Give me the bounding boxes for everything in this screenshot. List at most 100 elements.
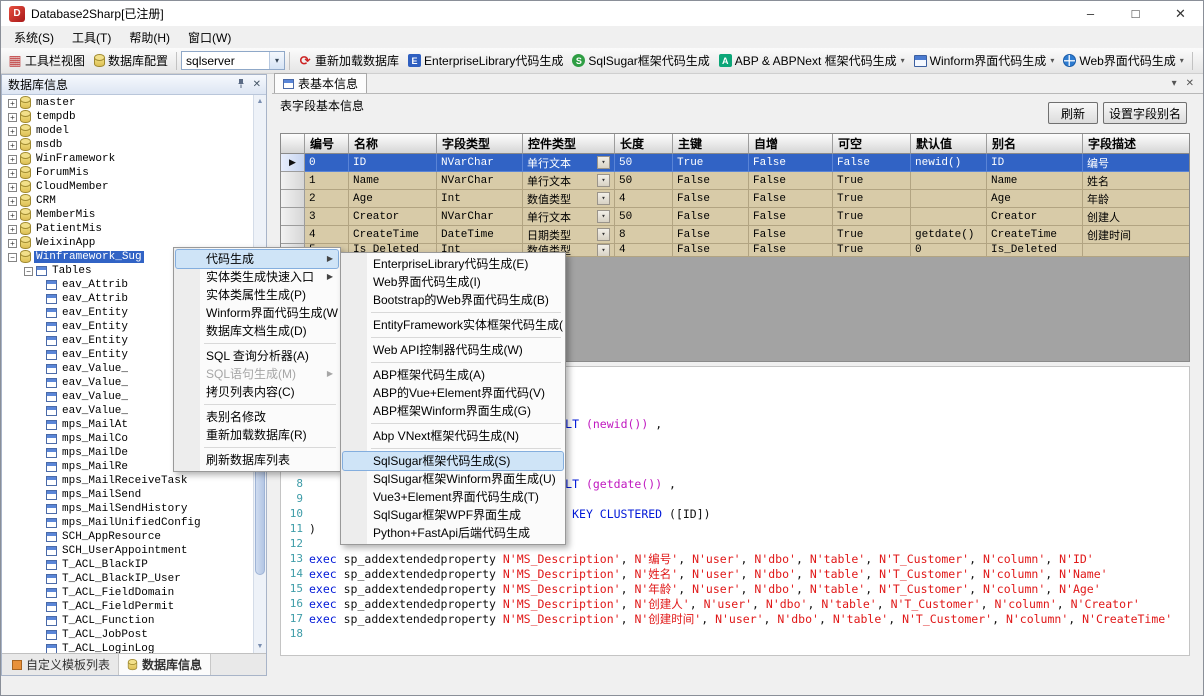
cell-pk[interactable]: False [673, 190, 749, 208]
cell-identity[interactable]: False [749, 154, 833, 172]
tree-item-tempdb[interactable]: +tempdb [2, 110, 253, 124]
row-indicator[interactable] [281, 190, 305, 208]
expand-icon[interactable]: + [8, 141, 17, 150]
expand-icon[interactable]: + [8, 197, 17, 206]
tree-item-mps_MailReceiveTask[interactable]: mps_MailReceiveTask [2, 474, 253, 488]
cell-field-type[interactable]: Int [437, 190, 523, 208]
column-header-length[interactable]: 长度 [615, 134, 673, 154]
cell-length[interactable]: 4 [615, 244, 673, 257]
tree-item-CRM[interactable]: +CRM [2, 194, 253, 208]
cell-nullable[interactable]: True [833, 244, 911, 257]
cell-default[interactable]: newid() [911, 154, 987, 172]
cell-nullable[interactable]: False [833, 154, 911, 172]
column-header-description[interactable]: 字段描述 [1083, 134, 1190, 154]
cell-length[interactable]: 50 [615, 154, 673, 172]
tree-item-mps_MailSendHistory[interactable]: mps_MailSendHistory [2, 502, 253, 516]
cell-field-type[interactable]: NVarChar [437, 208, 523, 226]
expand-icon[interactable]: + [8, 113, 17, 122]
cell-description[interactable]: 姓名 [1083, 172, 1190, 190]
cell-no[interactable]: 0 [305, 154, 349, 172]
tree-item-T_ACL_FieldDomain[interactable]: T_ACL_FieldDomain [2, 586, 253, 600]
expand-icon[interactable]: + [8, 225, 17, 234]
cell-default[interactable] [911, 172, 987, 190]
tree-item-ForumMis[interactable]: +ForumMis [2, 166, 253, 180]
cell-alias[interactable]: Name [987, 172, 1083, 190]
cell-description[interactable]: 年龄 [1083, 190, 1190, 208]
submenu-item-13[interactable]: Abp VNext框架代码生成(N) [343, 427, 563, 445]
cell-alias[interactable]: Creator [987, 208, 1083, 226]
submenu-item-10[interactable]: ABP的Vue+Element界面代码(V) [343, 384, 563, 402]
cell-no[interactable]: 4 [305, 226, 349, 244]
expand-icon[interactable]: + [8, 169, 17, 178]
cell-description[interactable]: 编号 [1083, 154, 1190, 172]
cell-no[interactable]: 1 [305, 172, 349, 190]
expand-icon[interactable]: + [8, 183, 17, 192]
submenu-item-18[interactable]: SqlSugar框架WPF界面生成 [343, 506, 563, 524]
tree-item-SCH_AppResource[interactable]: SCH_AppResource [2, 530, 253, 544]
cell-pk[interactable]: False [673, 208, 749, 226]
submenu-item-19[interactable]: Python+FastApi后端代码生成 [343, 524, 563, 542]
cell-identity[interactable]: False [749, 244, 833, 257]
web-codegen-button[interactable]: Web界面代码生成▾ [1059, 50, 1187, 71]
context-menu-item-4[interactable]: Winform界面代码生成(W) [176, 304, 338, 322]
tree-item-WinFramework[interactable]: +WinFramework [2, 152, 253, 166]
tree-item-MemberMis[interactable]: +MemberMis [2, 208, 253, 222]
cell-control-type[interactable]: 单行文本▾ [523, 154, 615, 172]
submenu-item-15[interactable]: SqlSugar框架代码生成(S) [343, 452, 563, 470]
bottom-tab-2[interactable]: 数据库信息 [119, 654, 211, 675]
cell-default[interactable]: 0 [911, 244, 987, 257]
column-header-no[interactable]: 编号 [305, 134, 349, 154]
context-menu-item-11[interactable]: 表别名修改 [176, 408, 338, 426]
tree-item-T_ACL_FieldPermit[interactable]: T_ACL_FieldPermit [2, 600, 253, 614]
context-menu-item-5[interactable]: 数据库文档生成(D) [176, 322, 338, 340]
cell-no[interactable]: 3 [305, 208, 349, 226]
submenu-item-16[interactable]: SqlSugar框架Winform界面生成(U) [343, 470, 563, 488]
menubar-item-3[interactable]: 帮助(H) [120, 27, 179, 48]
context-menu-item-9[interactable]: 拷贝列表内容(C) [176, 383, 338, 401]
cell-length[interactable]: 4 [615, 190, 673, 208]
column-header-name[interactable]: 名称 [349, 134, 437, 154]
table-row[interactable]: 3CreatorNVarChar单行文本▾50FalseFalseTrueCre… [281, 208, 1189, 226]
context-menu-item-3[interactable]: 实体类属性生成(P) [176, 286, 338, 304]
cell-nullable[interactable]: True [833, 190, 911, 208]
cell-control-type[interactable]: 单行文本▾ [523, 172, 615, 190]
column-header-alias[interactable]: 别名 [987, 134, 1083, 154]
cell-control-type[interactable]: 日期类型▾ [523, 226, 615, 244]
column-header-identity[interactable]: 自增 [749, 134, 833, 154]
row-indicator[interactable] [281, 172, 305, 190]
refresh-button[interactable]: 刷新 [1048, 102, 1098, 124]
cell-pk[interactable]: True [673, 154, 749, 172]
submenu-item-1[interactable]: EnterpriseLibrary代码生成(E) [343, 255, 563, 273]
column-header-default[interactable]: 默认值 [911, 134, 987, 154]
minimize-button[interactable]: – [1068, 1, 1113, 26]
expand-icon[interactable]: + [8, 239, 17, 248]
table-row[interactable]: 1NameNVarChar单行文本▾50FalseFalseTrueName姓名 [281, 172, 1189, 190]
expand-icon[interactable]: + [8, 211, 17, 220]
scroll-down-icon[interactable]: ▼ [254, 640, 266, 653]
cell-length[interactable]: 50 [615, 172, 673, 190]
tree-item-master[interactable]: +master [2, 96, 253, 110]
table-row[interactable]: 2AgeInt数值类型▾4FalseFalseTrueAge年龄 [281, 190, 1189, 208]
submenu-item-7[interactable]: Web API控制器代码生成(W) [343, 341, 563, 359]
table-row[interactable]: 4CreateTimeDateTime日期类型▾8FalseFalseTrueg… [281, 226, 1189, 244]
submenu-item-17[interactable]: Vue3+Element界面代码生成(T) [343, 488, 563, 506]
table-row[interactable]: ▶0IDNVarChar单行文本▾50TrueFalseFalsenewid()… [281, 154, 1189, 172]
row-indicator[interactable]: ▶ [281, 154, 305, 172]
cell-field-type[interactable]: NVarChar [437, 172, 523, 190]
winform-codegen-button[interactable]: Winform界面代码生成▾ [910, 50, 1059, 71]
cell-name[interactable]: Age [349, 190, 437, 208]
submenu-item-9[interactable]: ABP框架代码生成(A) [343, 366, 563, 384]
expand-icon[interactable]: + [8, 155, 17, 164]
cell-control-type[interactable]: 数值类型▾ [523, 190, 615, 208]
tree-item-mps_MailSend[interactable]: mps_MailSend [2, 488, 253, 502]
cell-control-type[interactable]: 单行文本▾ [523, 208, 615, 226]
menubar-item-2[interactable]: 工具(T) [63, 27, 120, 48]
column-header-field-type[interactable]: 字段类型 [437, 134, 523, 154]
tree-item-T_ACL_BlackIP[interactable]: T_ACL_BlackIP [2, 558, 253, 572]
cell-nullable[interactable]: True [833, 226, 911, 244]
cell-name[interactable]: CreateTime [349, 226, 437, 244]
cell-default[interactable] [911, 208, 987, 226]
context-menu-item-14[interactable]: 刷新数据库列表 [176, 451, 338, 469]
tree-item-T_ACL_JobPost[interactable]: T_ACL_JobPost [2, 628, 253, 642]
cell-alias[interactable]: CreateTime [987, 226, 1083, 244]
